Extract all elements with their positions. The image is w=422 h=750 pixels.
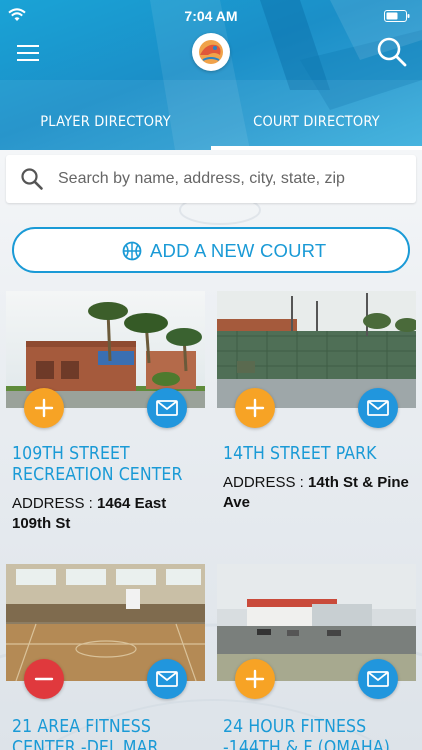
address-label: ADDRESS :	[12, 495, 93, 512]
message-court-button[interactable]	[147, 388, 187, 428]
court-name: 109TH STREET RECREATION CENTER	[12, 444, 183, 485]
search-bar	[6, 155, 416, 203]
mail-icon	[367, 400, 389, 416]
add-court-favorite-button[interactable]	[24, 388, 64, 428]
mail-icon	[156, 400, 178, 416]
court-name: 21 AREA FITNESS CENTER -DEL MAR	[12, 717, 159, 750]
remove-court-favorite-button[interactable]	[24, 659, 64, 699]
minus-icon	[34, 677, 54, 681]
address-label: ADDRESS :	[223, 474, 304, 491]
court-card[interactable]: 14TH STREET PARK ADDRESS : 14th St & Pin…	[217, 291, 416, 551]
court-card[interactable]: 109TH STREET RECREATION CENTER ADDRESS :…	[6, 291, 205, 551]
active-tab-indicator	[211, 146, 422, 150]
logo-icon	[194, 35, 228, 69]
mail-icon	[367, 671, 389, 687]
court-name: 24 HOUR FITNESS -144TH & F (OMAHA)	[223, 717, 390, 750]
app-logo[interactable]	[192, 33, 230, 71]
header-search-button[interactable]	[376, 36, 408, 68]
court-name: 14TH STREET PARK	[223, 444, 377, 464]
plus-icon	[245, 398, 265, 418]
plus-icon	[245, 669, 265, 689]
court-address: ADDRESS : 14th St & Pine Ave	[223, 473, 413, 513]
add-new-court-button[interactable]: ADD A NEW COURT	[12, 227, 410, 273]
menu-button[interactable]	[16, 42, 42, 64]
search-input[interactable]	[58, 163, 408, 195]
status-bar: 7:04 AM	[0, 0, 422, 30]
message-court-button[interactable]	[358, 388, 398, 428]
app-header: 7:04 AM PLAYER DIRECTORY COURT DIRECTORY	[0, 0, 422, 150]
search-icon	[377, 37, 407, 67]
basketball-icon	[122, 241, 142, 261]
tab-player-directory[interactable]: PLAYER DIRECTORY	[0, 110, 211, 150]
message-court-button[interactable]	[147, 659, 187, 699]
status-time: 7:04 AM	[184, 8, 238, 24]
tab-court-directory[interactable]: COURT DIRECTORY	[211, 110, 422, 150]
hamburger-icon	[17, 45, 39, 61]
court-address: ADDRESS : 1464 East 109th St	[12, 494, 202, 534]
message-court-button[interactable]	[358, 659, 398, 699]
add-court-favorite-button[interactable]	[235, 659, 275, 699]
add-court-label: ADD A NEW COURT	[150, 240, 327, 261]
court-card[interactable]: 24 HOUR FITNESS -144TH & F (OMAHA)	[217, 564, 416, 750]
court-card[interactable]: 21 AREA FITNESS CENTER -DEL MAR	[6, 564, 205, 750]
plus-icon	[34, 398, 54, 418]
mail-icon	[156, 671, 178, 687]
add-court-favorite-button[interactable]	[235, 388, 275, 428]
search-field-icon	[21, 168, 43, 190]
battery-icon	[384, 10, 410, 22]
